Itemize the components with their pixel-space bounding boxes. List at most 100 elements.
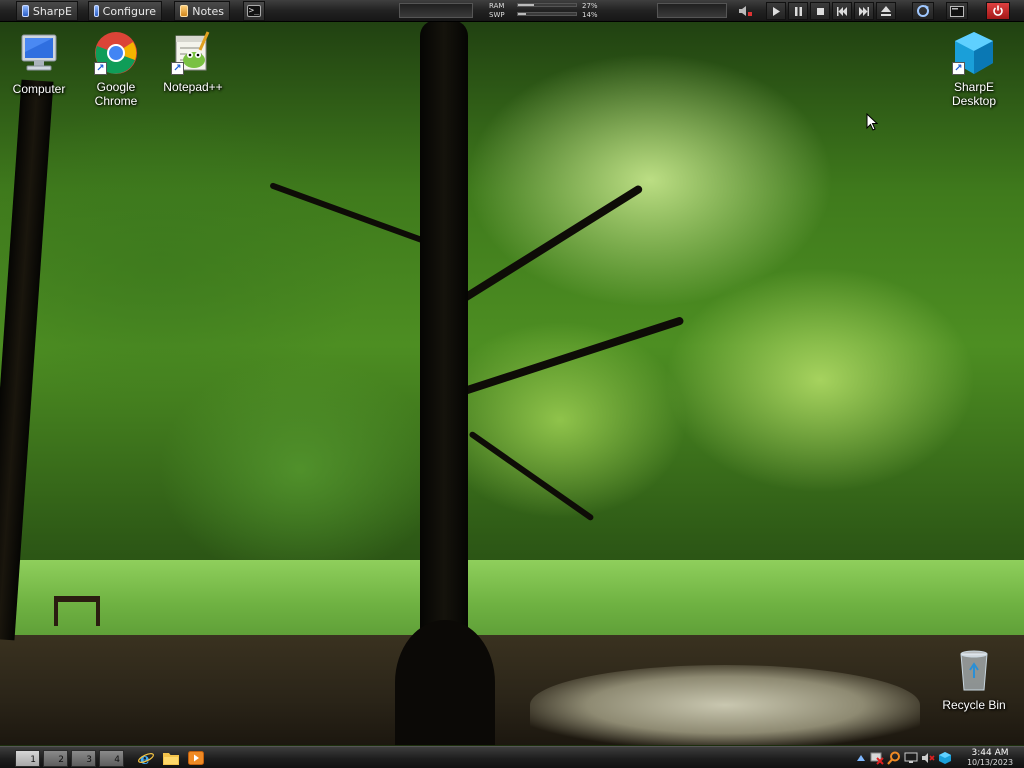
virtual-desktop-2[interactable]: 2	[43, 750, 68, 767]
virtual-desktop-label: 3	[86, 755, 92, 765]
shortcut-arrow-icon: ↗	[952, 62, 965, 75]
pause-button[interactable]	[788, 2, 808, 20]
terminal-button[interactable]: >_	[243, 1, 265, 21]
desktop-icon-computer[interactable]: Computer	[3, 32, 75, 96]
folder-icon	[163, 753, 179, 765]
arrow-up-icon	[856, 755, 865, 761]
network-disconnected-icon	[870, 752, 884, 765]
next-button[interactable]	[854, 2, 874, 20]
eject-button[interactable]	[876, 2, 896, 20]
previous-button[interactable]	[832, 2, 852, 20]
virtual-desktop-3[interactable]: 3	[71, 750, 96, 767]
sharpe-menu-button[interactable]: SharpE	[16, 1, 78, 21]
internet-explorer-button[interactable]: e	[136, 749, 156, 767]
refresh-icon	[917, 5, 929, 17]
desktop-icon-sharpe-desktop[interactable]: ↗ SharpE Desktop	[938, 30, 1010, 108]
desktop-icon-label: SharpE Desktop	[951, 80, 997, 108]
wallpaper-bench	[54, 596, 100, 626]
swap-label: SWP	[489, 11, 505, 19]
cpu-graph	[399, 3, 473, 18]
sharpe-icon	[938, 752, 951, 764]
monitor-icon	[904, 752, 917, 763]
configure-button[interactable]: Configure	[88, 1, 162, 21]
wallpaper-branch	[453, 316, 685, 398]
shortcut-arrow-icon: ↗	[94, 62, 107, 75]
media-player-button[interactable]	[186, 749, 206, 767]
ram-value: 27%	[582, 2, 598, 10]
swap-meter	[517, 12, 577, 16]
pause-icon	[794, 6, 802, 16]
wallpaper-branch	[269, 182, 432, 246]
tray-display-button[interactable]	[903, 751, 918, 765]
tray-search-button[interactable]	[886, 751, 901, 765]
wallpaper-left-tree	[0, 79, 54, 641]
system-clock[interactable]: 3:44 AM 10/13/2023	[960, 748, 1020, 768]
refresh-button[interactable]	[912, 2, 934, 20]
media-player-icon	[188, 751, 204, 765]
tray-sharpe-button[interactable]	[937, 751, 952, 765]
svg-text:e: e	[140, 750, 150, 766]
notes-button[interactable]: Notes	[174, 1, 230, 21]
internet-explorer-icon: e	[138, 750, 154, 766]
power-button[interactable]	[986, 2, 1010, 20]
play-icon	[772, 6, 780, 16]
play-button[interactable]	[766, 2, 786, 20]
desktop-icon-label: Google Chrome	[94, 80, 138, 108]
terminal-icon: >_	[247, 5, 261, 17]
clock-time: 3:44 AM	[971, 748, 1009, 758]
tray-expand-button[interactable]	[853, 751, 868, 765]
desktop-icon-google-chrome[interactable]: ↗ Google Chrome	[80, 30, 152, 108]
taskbar: 1 2 3 4 e 3:44 AM 10/13/2023	[0, 746, 1024, 768]
wallpaper-tree-base	[395, 620, 495, 745]
desktop-icon-label: Recycle Bin	[942, 698, 1006, 712]
cube-icon: ↗	[951, 30, 997, 76]
sharpe-menu-label: SharpE	[32, 4, 72, 18]
notepad-plus-plus-icon: ↗	[170, 30, 216, 76]
speaker-muted-icon	[739, 6, 752, 16]
swap-meter-fill	[518, 13, 527, 15]
computer-icon	[94, 5, 99, 17]
mouse-cursor-icon	[866, 113, 878, 131]
console-button[interactable]	[946, 2, 968, 20]
virtual-desktop-1[interactable]: 1	[15, 750, 40, 767]
wallpaper-branch	[468, 430, 595, 522]
virtual-desktop-label: 4	[114, 755, 120, 765]
tray-network-button[interactable]	[869, 751, 884, 765]
swap-value: 14%	[582, 11, 598, 19]
stop-button[interactable]	[810, 2, 830, 20]
virtual-desktop-label: 1	[30, 755, 36, 765]
top-bar: SharpE Configure Notes >_ RAM SWP 27% 14…	[0, 0, 1024, 22]
computer-icon	[16, 32, 62, 78]
power-icon	[993, 5, 1003, 16]
desktop-icon-recycle-bin[interactable]: Recycle Bin	[938, 648, 1010, 712]
desktop-icon-notepad-plus-plus[interactable]: ↗ Notepad++	[157, 30, 229, 94]
volume-mute-button[interactable]	[735, 2, 755, 20]
eject-icon	[881, 5, 891, 16]
next-icon	[859, 6, 869, 16]
wallpaper-branch	[452, 184, 644, 308]
search-icon	[886, 751, 900, 765]
ram-meter	[517, 3, 577, 7]
virtual-desktop-4[interactable]: 4	[99, 750, 124, 767]
speaker-muted-icon	[921, 753, 935, 763]
computer-icon	[22, 5, 29, 17]
previous-icon	[837, 6, 847, 16]
shortcut-arrow-icon: ↗	[171, 62, 184, 75]
file-explorer-button[interactable]	[161, 749, 181, 767]
stop-icon	[816, 7, 824, 15]
recycle-bin-icon	[951, 648, 997, 694]
desktop-icon-label: Computer	[12, 82, 66, 96]
wallpaper-stream	[530, 665, 920, 745]
ram-meter-fill	[518, 4, 534, 6]
network-graph	[657, 3, 727, 18]
notes-label: Notes	[192, 4, 224, 18]
clock-date: 10/13/2023	[966, 758, 1014, 767]
desktop-icon-label: Notepad++	[163, 80, 223, 94]
terminal-icon	[950, 5, 964, 17]
virtual-desktop-label: 2	[58, 755, 64, 765]
notes-icon	[180, 5, 189, 17]
chrome-icon: ↗	[93, 30, 139, 76]
configure-label: Configure	[102, 4, 156, 18]
ram-label: RAM	[489, 2, 505, 10]
tray-volume-button[interactable]	[920, 751, 935, 765]
